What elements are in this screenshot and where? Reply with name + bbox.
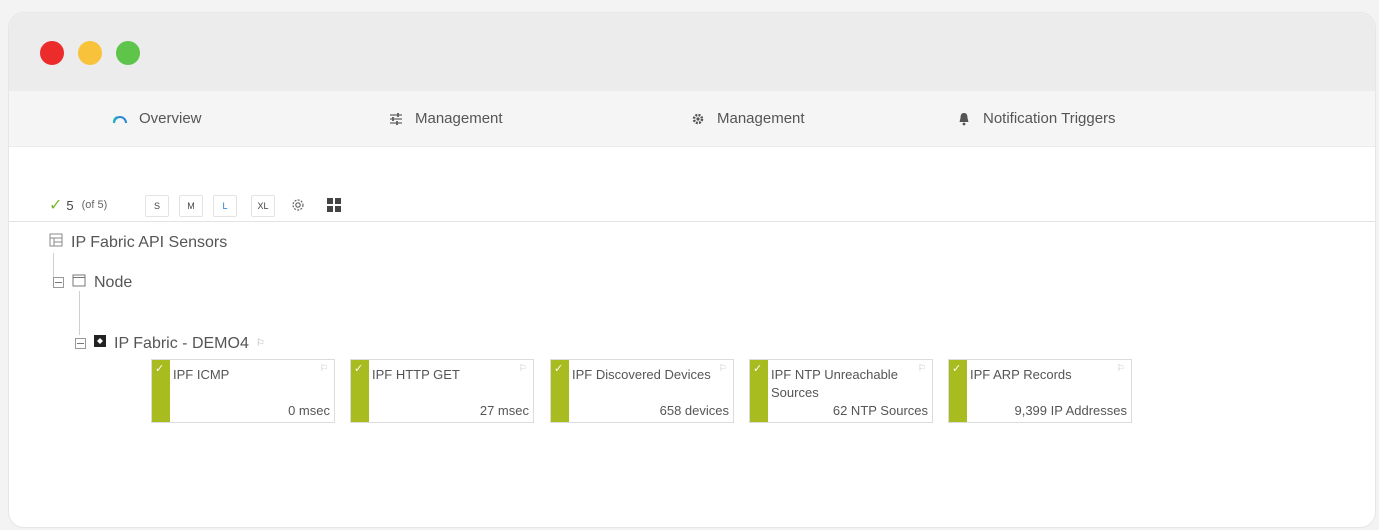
sensor-name: IPF Discovered Devices — [572, 367, 711, 382]
group-node-label: Node — [94, 273, 133, 291]
check-icon: ✓ — [155, 363, 165, 375]
tab-overview[interactable]: Overview — [111, 91, 202, 146]
sensor-tile[interactable]: ✓ IPF Discovered Devices ⚐ 658 devices — [550, 359, 734, 423]
status-bar: ✓ — [750, 360, 768, 422]
check-icon: ✓ — [354, 363, 364, 375]
tab-label: Management — [717, 110, 805, 127]
device-entry[interactable]: IP Fabric - DEMO4 ⚐ — [75, 334, 265, 353]
sensor-value: 658 devices — [659, 403, 729, 418]
size-l-button[interactable]: L — [213, 195, 237, 217]
flag-icon[interactable]: ⚐ — [519, 363, 527, 374]
tab-label: Management — [415, 110, 503, 127]
group-icon — [49, 233, 63, 252]
tab-bar: Overview Management Management Notificat… — [9, 91, 1375, 147]
sensor-value: 62 NTP Sources — [832, 403, 928, 418]
size-m-button[interactable]: M — [179, 195, 203, 217]
tree-line — [79, 291, 80, 335]
sensor-name: IPF ARP Records — [970, 367, 1072, 382]
collapse-icon[interactable] — [75, 338, 86, 349]
flag-icon[interactable]: ⚐ — [1117, 363, 1125, 374]
check-icon: ✓ — [753, 363, 763, 375]
gear-icon — [689, 110, 707, 128]
status-bar: ✓ — [551, 360, 569, 422]
grid-view-icon[interactable] — [323, 195, 345, 215]
sensor-tile[interactable]: ✓ IPF HTTP GET ⚐ 27 msec — [350, 359, 534, 423]
flag-icon[interactable]: ⚐ — [918, 363, 926, 374]
sensor-name: IPF HTTP GET — [372, 367, 460, 382]
sensor-value: 9,399 IP Addresses — [1014, 403, 1127, 418]
sensor-tile[interactable]: ✓ IPF NTP Unreachable Sources ⚐ 62 NTP S… — [749, 359, 933, 423]
tab-management-sensors[interactable]: Management — [387, 91, 503, 146]
tab-management-settings[interactable]: Management — [689, 91, 805, 146]
status-bar: ✓ — [351, 360, 369, 422]
minimize-window-button[interactable] — [78, 41, 102, 65]
group-root-label: IP Fabric API Sensors — [71, 233, 228, 251]
sensor-tile[interactable]: ✓ IPF ARP Records ⚐ 9,399 IP Addresses — [948, 359, 1132, 423]
maximize-window-button[interactable] — [116, 41, 140, 65]
sensor-count-value: 5 — [66, 197, 74, 213]
status-bar: ✓ — [152, 360, 170, 422]
app-window: Overview Management Management Notificat… — [8, 12, 1376, 528]
title-bar — [9, 13, 1375, 91]
check-icon: ✓ — [49, 197, 63, 214]
settings-gear-icon[interactable] — [287, 195, 309, 215]
status-bar: ✓ — [949, 360, 967, 422]
flag-icon[interactable]: ⚐ — [719, 363, 727, 374]
device-label: IP Fabric - DEMO4 — [114, 334, 249, 352]
gauge-icon — [111, 110, 129, 128]
sensor-value: 0 msec — [288, 403, 330, 418]
sensor-toolbar: ✓ 5 (of 5) S M L XL — [9, 187, 1375, 222]
group-node[interactable]: Node — [53, 273, 132, 292]
sensor-name: IPF ICMP — [173, 367, 230, 382]
collapse-icon[interactable] — [53, 277, 64, 288]
flag-icon[interactable]: ⚐ — [320, 363, 328, 374]
sensor-name: IPF NTP Unreachable Sources — [771, 367, 898, 400]
check-icon: ✓ — [952, 363, 962, 375]
sliders-icon — [387, 110, 405, 128]
check-icon: ✓ — [554, 363, 564, 375]
probe-icon — [72, 273, 86, 292]
sensor-value: 27 msec — [479, 403, 529, 418]
tab-label: Overview — [139, 110, 202, 127]
close-window-button[interactable] — [40, 41, 64, 65]
size-s-button[interactable]: S — [145, 195, 169, 217]
sensor-tile[interactable]: ✓ IPF ICMP ⚐ 0 msec — [151, 359, 335, 423]
sensor-count-total: (of 5) — [81, 199, 108, 211]
group-root[interactable]: IP Fabric API Sensors — [49, 233, 227, 252]
tab-label: Notification Triggers — [983, 110, 1116, 127]
size-xl-button[interactable]: XL — [251, 195, 275, 217]
bell-icon — [955, 110, 973, 128]
flag-icon[interactable]: ⚐ — [256, 338, 265, 349]
sensor-count: ✓ 5 (of 5) — [49, 195, 107, 215]
device-icon — [93, 334, 107, 353]
tab-notification-triggers[interactable]: Notification Triggers — [955, 91, 1116, 146]
